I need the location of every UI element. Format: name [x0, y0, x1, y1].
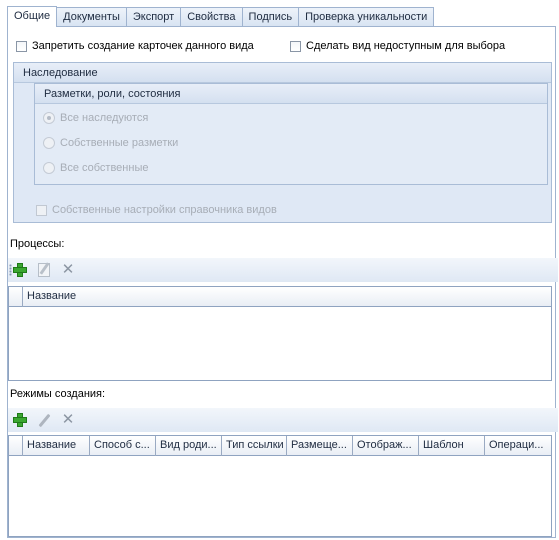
- tab-export[interactable]: Экспорт: [125, 7, 182, 27]
- make-unavailable-checkbox[interactable]: Сделать вид недоступным для выбора: [290, 40, 505, 52]
- tab-signature[interactable]: Подпись: [241, 7, 300, 27]
- card-kind-editor: Общие Документы Экспорт Свойства Подпись…: [0, 0, 559, 540]
- edit-process-button[interactable]: [35, 261, 53, 279]
- tab-page-general: Запретить создание карточек данного вида…: [7, 26, 558, 538]
- checkbox-box[interactable]: [36, 204, 47, 216]
- column-header-name[interactable]: Название: [23, 436, 90, 456]
- delete-process-button[interactable]: ✕: [59, 261, 77, 279]
- radio-label: Все наследуются: [60, 112, 149, 124]
- creation-modes-label: Режимы создания:: [10, 388, 106, 400]
- delete-icon: ✕: [61, 411, 75, 428]
- radio-dot[interactable]: [43, 137, 55, 149]
- radio-all-inherited[interactable]: Все наследуются: [43, 112, 148, 124]
- processes-grid[interactable]: Название: [8, 286, 552, 381]
- column-header-name[interactable]: Название: [23, 287, 551, 307]
- column-header-display[interactable]: Отображ...: [353, 436, 419, 456]
- delete-creation-mode-button[interactable]: ✕: [59, 411, 77, 429]
- creation-modes-grid-header: Название Способ с... Вид роди... Тип ссы…: [9, 436, 551, 456]
- radio-own-markups[interactable]: Собственные разметки: [43, 137, 178, 149]
- column-header-template[interactable]: Шаблон: [419, 436, 485, 456]
- checkbox-box[interactable]: [16, 40, 27, 52]
- inheritance-group-title: Наследование: [14, 63, 551, 83]
- plus-icon: [13, 413, 27, 427]
- make-unavailable-label: Сделать вид недоступным для выбора: [306, 40, 506, 52]
- tab-strip: Общие Документы Экспорт Свойства Подпись…: [7, 6, 435, 27]
- add-process-button[interactable]: [11, 261, 29, 279]
- creation-modes-toolbar: ✕: [8, 408, 558, 432]
- column-header-parent-kind[interactable]: Вид роди...: [156, 436, 222, 456]
- add-creation-mode-button[interactable]: [11, 411, 29, 429]
- markup-roles-states-group: Разметки, роли, состояния Все наследуютс…: [34, 83, 548, 185]
- radio-dot[interactable]: [43, 112, 55, 124]
- inheritance-group: Наследование Разметки, роли, состояния В…: [13, 62, 552, 223]
- checkbox-box[interactable]: [290, 40, 301, 52]
- processes-toolbar: ✕: [8, 258, 558, 282]
- column-header-creation-method[interactable]: Способ с...: [90, 436, 156, 456]
- plus-icon: [13, 263, 27, 277]
- processes-grid-header: Название: [9, 287, 551, 307]
- own-settings-checkbox[interactable]: Собственные настройки справочника видов: [36, 204, 277, 216]
- tab-properties[interactable]: Свойства: [180, 7, 243, 27]
- creation-modes-grid[interactable]: Название Способ с... Вид роди... Тип ссы…: [8, 435, 552, 537]
- radio-label: Все собственные: [60, 162, 149, 174]
- column-header-operations[interactable]: Операци...: [485, 436, 551, 456]
- forbid-cards-checkbox[interactable]: Запретить создание карточек данного вида: [16, 40, 254, 52]
- row-indicator-header: [9, 287, 23, 307]
- pencil-icon: [38, 413, 50, 427]
- tab-general[interactable]: Общие: [7, 6, 58, 27]
- edit-creation-mode-button[interactable]: [35, 411, 53, 429]
- column-header-link-type[interactable]: Тип ссылки: [222, 436, 287, 456]
- column-header-placement[interactable]: Размеще...: [287, 436, 353, 456]
- processes-label: Процессы:: [10, 238, 65, 250]
- tab-uniqueness-check[interactable]: Проверка уникальности: [298, 7, 435, 27]
- forbid-cards-label: Запретить создание карточек данного вида: [32, 40, 254, 52]
- own-settings-label: Собственные настройки справочника видов: [52, 204, 277, 216]
- radio-label: Собственные разметки: [60, 137, 179, 149]
- markup-group-title: Разметки, роли, состояния: [35, 84, 547, 104]
- delete-icon: ✕: [61, 261, 75, 278]
- edit-icon: [38, 263, 50, 277]
- row-indicator-header: [9, 436, 23, 456]
- radio-dot[interactable]: [43, 162, 55, 174]
- tab-documents[interactable]: Документы: [56, 7, 127, 27]
- radio-all-own[interactable]: Все собственные: [43, 162, 148, 174]
